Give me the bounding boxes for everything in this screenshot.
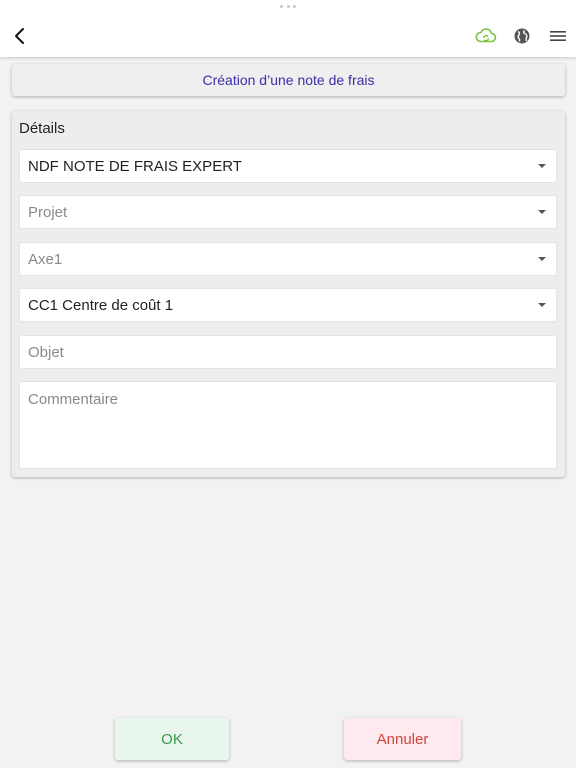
cloud-sync-icon bbox=[475, 28, 497, 43]
ok-button-label: OK bbox=[161, 730, 183, 748]
hamburger-menu-icon bbox=[550, 31, 566, 41]
globe-icon bbox=[514, 28, 530, 44]
commentaire-textarea[interactable]: Commentaire bbox=[19, 381, 557, 469]
details-heading: Détails bbox=[19, 120, 65, 137]
back-button[interactable] bbox=[6, 22, 34, 50]
cancel-button-label: Annuler bbox=[376, 730, 429, 748]
top-bar bbox=[0, 0, 576, 57]
projet-placeholder: Projet bbox=[28, 203, 68, 221]
projet-select[interactable]: Projet bbox=[19, 195, 557, 229]
menu-button[interactable] bbox=[544, 22, 572, 50]
details-section: Détails NDF NOTE DE FRAIS EXPERT Projet … bbox=[12, 111, 565, 477]
dropdown-arrow-icon bbox=[538, 164, 546, 168]
page-title-text: Création d’une note de frais bbox=[202, 72, 375, 88]
chevron-left-icon bbox=[15, 28, 24, 44]
axe1-placeholder: Axe1 bbox=[28, 250, 63, 268]
page-title: Création d’une note de frais bbox=[12, 64, 565, 96]
cost-center-select[interactable]: CC1 Centre de coût 1 bbox=[19, 288, 557, 322]
ok-button[interactable]: OK bbox=[115, 718, 229, 760]
dropdown-arrow-icon bbox=[538, 210, 546, 214]
sync-button[interactable] bbox=[472, 22, 500, 50]
dropdown-arrow-icon bbox=[538, 303, 546, 307]
language-button[interactable] bbox=[508, 22, 536, 50]
window-grabber[interactable] bbox=[280, 5, 296, 9]
objet-input[interactable]: Objet bbox=[19, 335, 557, 369]
objet-placeholder: Objet bbox=[28, 343, 64, 361]
expense-type-value: NDF NOTE DE FRAIS EXPERT bbox=[28, 157, 242, 175]
cost-center-value: CC1 Centre de coût 1 bbox=[28, 296, 174, 314]
expense-type-select[interactable]: NDF NOTE DE FRAIS EXPERT bbox=[19, 149, 557, 183]
commentaire-placeholder: Commentaire bbox=[28, 391, 119, 408]
dropdown-arrow-icon bbox=[538, 257, 546, 261]
cancel-button[interactable]: Annuler bbox=[344, 718, 461, 760]
axe1-select[interactable]: Axe1 bbox=[19, 242, 557, 276]
